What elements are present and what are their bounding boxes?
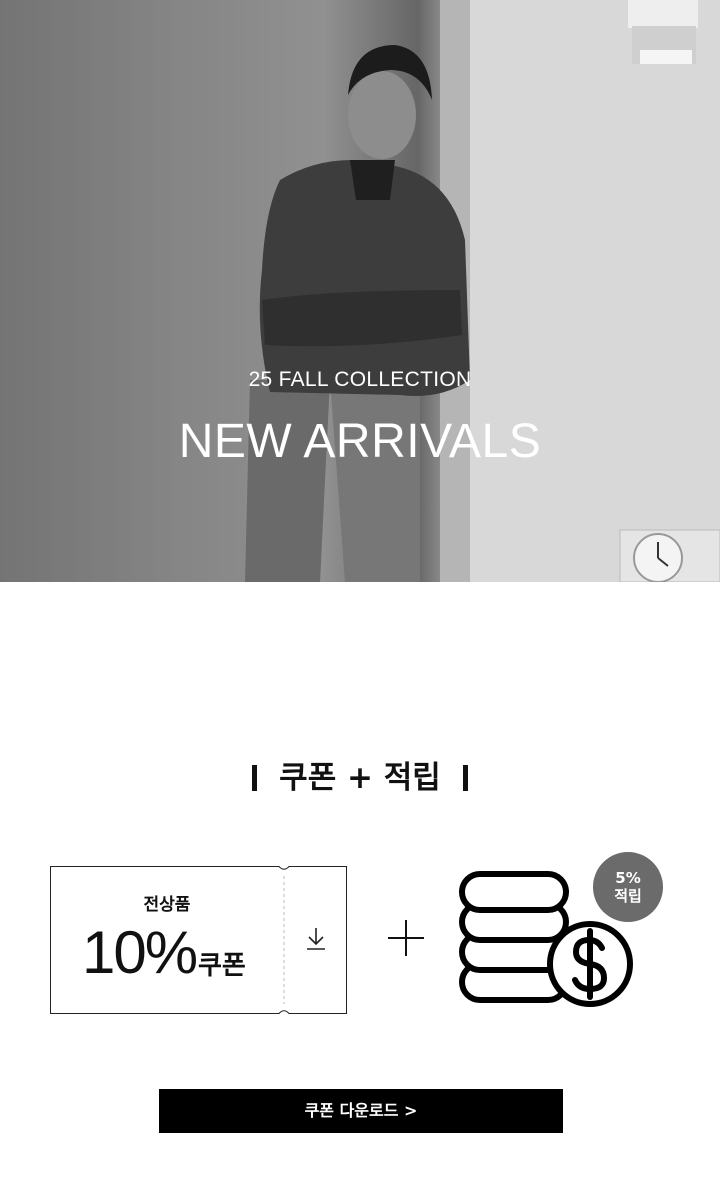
hero-title: NEW ARRIVALS	[178, 415, 542, 468]
coupon-word: 쿠폰	[198, 951, 246, 981]
coupon-scope-label: 전상품	[143, 895, 191, 915]
plus-icon	[388, 920, 424, 956]
benefit-section-title: 쿠폰 + 적립	[0, 752, 720, 797]
badge-rate: 5%	[615, 869, 641, 887]
point-rate-badge: 5% 적립	[593, 852, 663, 922]
coupon-percent: 10%	[82, 919, 198, 986]
benefit-title-text: 쿠폰 + 적립	[279, 760, 441, 796]
hero-photo	[0, 0, 720, 582]
hero-subtitle: 25 FALL COLLECTION	[248, 368, 472, 391]
download-icon[interactable]	[304, 926, 328, 952]
title-right-bar	[462, 765, 468, 791]
badge-label: 적립	[614, 887, 642, 905]
coupon-download-button[interactable]: 쿠폰 다운로드 >	[159, 1089, 563, 1133]
title-left-bar	[252, 765, 258, 791]
hero-banner[interactable]: 25 FALL COLLECTION NEW ARRIVALS	[0, 0, 720, 582]
